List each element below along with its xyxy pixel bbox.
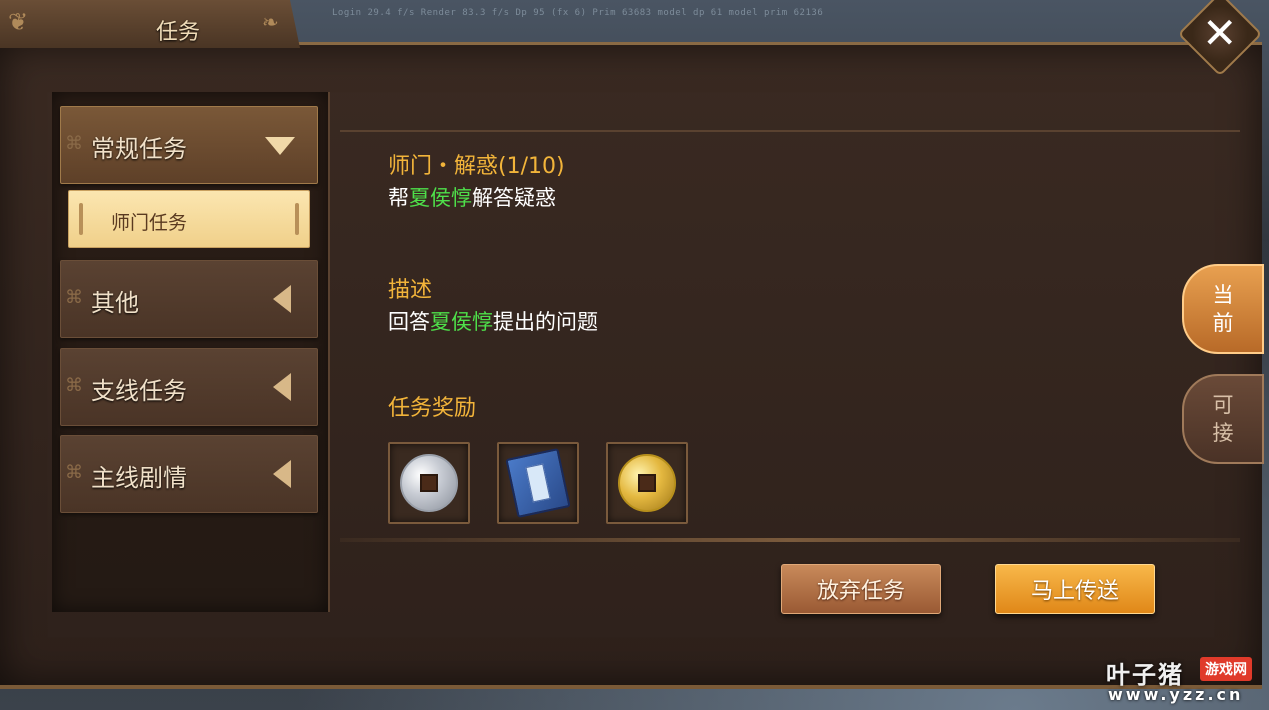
npc-name[interactable]: 夏侯惇 [430, 310, 493, 334]
scroll-ornament-icon: ⌘ [65, 375, 83, 396]
chevron-down-icon [265, 137, 295, 155]
watermark-url: www.yzz.cn [1108, 685, 1244, 704]
category-label: 支线任务 [91, 377, 187, 405]
close-icon: ✕ [1202, 8, 1238, 58]
bracket-left-icon [79, 203, 83, 235]
reward-slot[interactable] [388, 442, 470, 524]
tab-label: 可 [1212, 393, 1234, 417]
category-regular[interactable]: ⌘ 常规任务 [60, 106, 318, 184]
objective-suffix: 解答疑惑 [472, 186, 556, 210]
chevron-left-icon [273, 460, 291, 488]
tab-label: 当 [1212, 283, 1234, 307]
watermark-badge: 游戏网 [1200, 657, 1252, 681]
description-suffix: 提出的问题 [493, 310, 598, 334]
quest-details: 师门・解惑(1/10) 帮夏侯惇解答疑惑 描述 回答夏侯惇提出的问题 任务奖励 [388, 148, 1148, 424]
action-divider [340, 538, 1240, 542]
category-side-quests[interactable]: ⌘ 支线任务 [60, 348, 318, 426]
scroll-ornament-icon: ⌘ [65, 462, 83, 483]
sub-item-sect-quest[interactable]: 师门任务 [68, 190, 310, 248]
category-main-story[interactable]: ⌘ 主线剧情 [60, 435, 318, 513]
cloud-ornament-icon: ❦ [8, 8, 29, 36]
category-label: 常规任务 [91, 135, 187, 163]
window-title: 任务 [156, 20, 201, 45]
category-other[interactable]: ⌘ 其他 [60, 260, 318, 338]
site-watermark: 叶子猪 游戏网 www.yzz.cn [1106, 655, 1266, 707]
tab-available[interactable]: 可 接 [1182, 374, 1264, 464]
description-heading: 描述 [388, 278, 433, 303]
abandon-quest-button[interactable]: 放弃任务 [781, 564, 941, 614]
reward-slot[interactable] [497, 442, 579, 524]
scroll-ornament-icon: ❧ [262, 10, 279, 34]
category-label: 其他 [91, 289, 139, 317]
bracket-right-icon [295, 203, 299, 235]
objective-prefix: 帮 [388, 186, 409, 210]
teleport-now-button[interactable]: 马上传送 [995, 564, 1155, 614]
debug-stats: Login 29.4 f/s Render 83.3 f/s Dp 95 (fx… [332, 8, 824, 18]
quest-title: 师门・解惑(1/10) [388, 154, 565, 179]
rewards-heading: 任务奖励 [388, 396, 477, 421]
chevron-left-icon [273, 285, 291, 313]
quest-category-sidebar: ⌘ 常规任务 师门任务 ⌘ 其他 ⌘ 支线任务 ⌘ 主线剧情 [52, 92, 330, 612]
description-prefix: 回答 [388, 310, 430, 334]
scroll-ornament-icon: ⌘ [65, 133, 83, 154]
quest-description: 回答夏侯惇提出的问题 [388, 306, 1148, 340]
tab-label: 前 [1212, 311, 1234, 335]
npc-name[interactable]: 夏侯惇 [409, 186, 472, 210]
sub-item-label: 师门任务 [111, 212, 188, 234]
scroll-ornament-icon: ⌘ [65, 287, 83, 308]
tab-label: 接 [1212, 421, 1234, 445]
chevron-left-icon [273, 373, 291, 401]
content-header-divider [340, 92, 1240, 132]
quest-objective: 帮夏侯惇解答疑惑 [388, 182, 1148, 216]
gold-coin-icon [618, 454, 676, 512]
title-tab: ❦ 任务 ❧ [0, 0, 300, 48]
reward-list [388, 442, 688, 524]
reward-slot[interactable] [606, 442, 688, 524]
silver-coin-icon [400, 454, 458, 512]
blue-book-icon [505, 448, 571, 518]
category-label: 主线剧情 [91, 464, 187, 492]
tab-current[interactable]: 当 前 [1182, 264, 1264, 354]
